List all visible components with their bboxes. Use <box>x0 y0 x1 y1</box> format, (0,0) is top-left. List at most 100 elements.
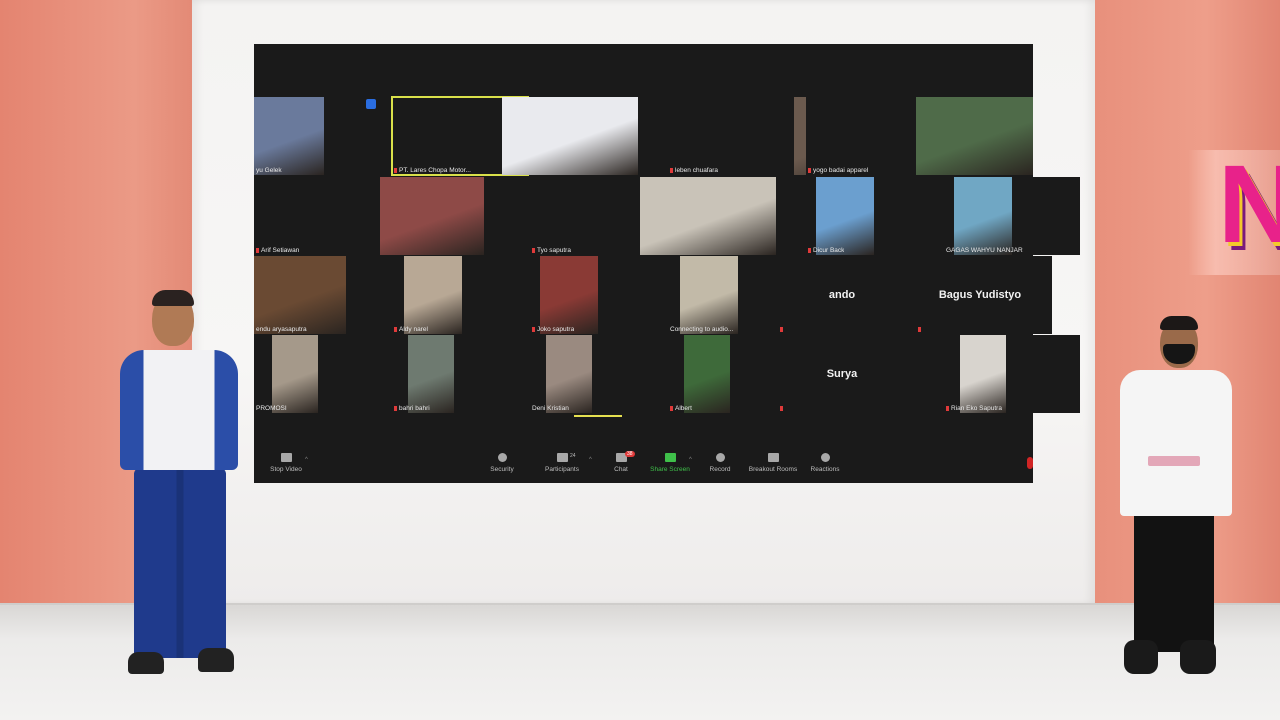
participant-name: Arif Setiawan <box>261 247 300 254</box>
participant-tile[interactable] <box>364 97 392 175</box>
muted-mic-icon <box>394 167 397 173</box>
participant-tile[interactable]: Tyo saputra <box>530 177 776 255</box>
muted-mic-icon <box>808 167 811 173</box>
presenter-right-trousers <box>1134 512 1214 652</box>
participant-name-label: Aldy narel <box>394 326 428 333</box>
end-meeting-indicator[interactable] <box>1027 457 1033 469</box>
participant-name-label: Tyo saputra <box>532 247 571 254</box>
muted-mic-icon <box>946 405 949 411</box>
participant-name: GAGAS WAHYU NANJAR <box>946 247 1023 254</box>
share-screen-icon <box>664 453 676 462</box>
video-camera-icon <box>280 453 292 462</box>
muted-mic-icon <box>394 326 397 332</box>
participant-tile[interactable]: Surya <box>778 335 914 413</box>
participant-video <box>546 335 592 413</box>
breakout-rooms-button[interactable]: Breakout Rooms <box>745 453 801 473</box>
participant-video <box>254 256 346 334</box>
participant-name-label: yogo badai apparel <box>808 167 868 174</box>
muted-mic-icon <box>780 405 783 411</box>
reactions-label: Reactions <box>810 466 840 473</box>
muted-mic-icon <box>670 405 673 411</box>
participant-video <box>640 177 776 255</box>
participant-name-label: endu aryasaputra <box>256 326 307 333</box>
brand-sign: N <box>1188 150 1280 275</box>
muted-mic-icon <box>780 326 783 332</box>
participant-video <box>684 335 730 413</box>
participant-name: PROMOSI <box>256 405 287 412</box>
participant-video <box>916 97 1033 175</box>
security-button[interactable]: Security <box>480 453 524 473</box>
participant-name: Joko saputra <box>537 326 575 333</box>
participant-name: yogo badai apparel <box>813 167 869 174</box>
share-screen-button[interactable]: Share Screen <box>648 453 692 473</box>
participant-name-label: Connecting to audio... <box>670 326 733 333</box>
chat-button[interactable]: Chat 38 <box>599 451 643 473</box>
record-icon <box>715 453 725 462</box>
muted-mic-icon <box>256 247 259 253</box>
participant-name: Aldy narel <box>399 326 428 333</box>
participant-name-display: Surya <box>826 368 858 380</box>
participant-tile[interactable]: Aldy narel <box>392 256 528 334</box>
participant-tile[interactable]: bahri bahri <box>392 335 528 413</box>
participant-name: Connecting to audio... <box>670 326 734 333</box>
participant-name-display: Bagus Yudistyo <box>938 289 1022 301</box>
muted-mic-icon <box>670 167 673 173</box>
participant-tile[interactable]: Bagus Yudistyo <box>916 256 1052 334</box>
presenter-left-shoe <box>198 648 234 672</box>
muted-mic-icon <box>918 326 921 332</box>
participant-name: endu aryasaputra <box>256 326 307 333</box>
participant-tile[interactable]: Rian Eko Saputra <box>944 335 1080 413</box>
record-button[interactable]: Record <box>698 453 742 473</box>
participants-options-caret-icon[interactable]: ^ <box>589 457 592 463</box>
participant-tile[interactable]: Deni Kristian <box>530 335 666 417</box>
participant-video <box>680 256 738 334</box>
participant-tile[interactable]: endu aryasaputra <box>254 256 390 334</box>
presenter-left-hair <box>152 290 194 306</box>
participant-video <box>254 97 324 175</box>
participant-name-label: Rian Eko Saputra <box>946 405 1002 412</box>
participant-tile[interactable]: ando <box>778 256 914 334</box>
presenter-left-shoe <box>128 652 164 674</box>
participant-name: Rian Eko Saputra <box>951 405 1002 412</box>
smiley-icon <box>820 453 830 462</box>
participants-button[interactable]: Participants 24 <box>540 453 584 473</box>
participant-name: Deni Kristian <box>532 405 569 412</box>
record-label: Record <box>709 466 731 473</box>
participant-video <box>404 256 462 334</box>
presenter-right-hair <box>1160 316 1198 330</box>
participant-tile[interactable]: Dicur Back <box>806 177 942 255</box>
participant-name-label: leben chuafara <box>670 167 718 174</box>
participant-tile[interactable]: Arif Setiawan <box>254 177 484 255</box>
presenter-right-shirt <box>1120 370 1232 516</box>
participant-name-label: PROMOSI <box>256 405 287 412</box>
stop-video-label: Stop Video <box>270 466 302 473</box>
share-options-caret-icon[interactable]: ^ <box>689 457 692 463</box>
video-options-caret-icon[interactable]: ^ <box>305 457 308 463</box>
chat-label: Chat <box>614 466 628 473</box>
reactions-button[interactable]: Reactions <box>803 453 847 473</box>
participant-name-label: Joko saputra <box>532 326 574 333</box>
presenter-right-cue-card <box>1148 456 1200 466</box>
participant-name: Tyo saputra <box>537 247 571 254</box>
presenter-left-trousers <box>134 468 226 658</box>
participant-name-display: ando <box>828 289 856 301</box>
participant-name-label <box>780 405 785 412</box>
participant-tile[interactable]: PT. Lares Chopa Motor... <box>391 96 638 176</box>
participant-name-label: PT. Lares Chopa Motor... <box>394 167 471 174</box>
muted-mic-icon <box>808 247 811 253</box>
stop-video-button[interactable]: Stop Video <box>264 453 308 473</box>
participant-name: bahri bahri <box>399 405 430 412</box>
participant-video <box>380 177 484 255</box>
participant-tile[interactable]: PROMOSI <box>254 335 390 413</box>
participants-count: 24 <box>570 453 576 459</box>
participant-tile[interactable]: Joko saputra <box>530 256 666 334</box>
participant-tile[interactable]: GAGAS WAHYU NANJAR <box>944 177 1080 255</box>
video-conference-screen: yu GelekAnggeh 39PT. Lares Chopa Motor..… <box>254 44 1080 483</box>
participant-name-label <box>780 326 785 333</box>
participant-video <box>960 335 1006 413</box>
meeting-toolbar: Stop Video ^ Security Participants 24 ^ … <box>254 449 1033 483</box>
participant-name-label: Dicur Back <box>808 247 844 254</box>
participant-tile[interactable]: yogo badai apparel <box>806 97 1033 175</box>
participant-tile[interactable]: leben chuafara <box>668 97 898 175</box>
participant-name: Albert <box>675 405 692 412</box>
